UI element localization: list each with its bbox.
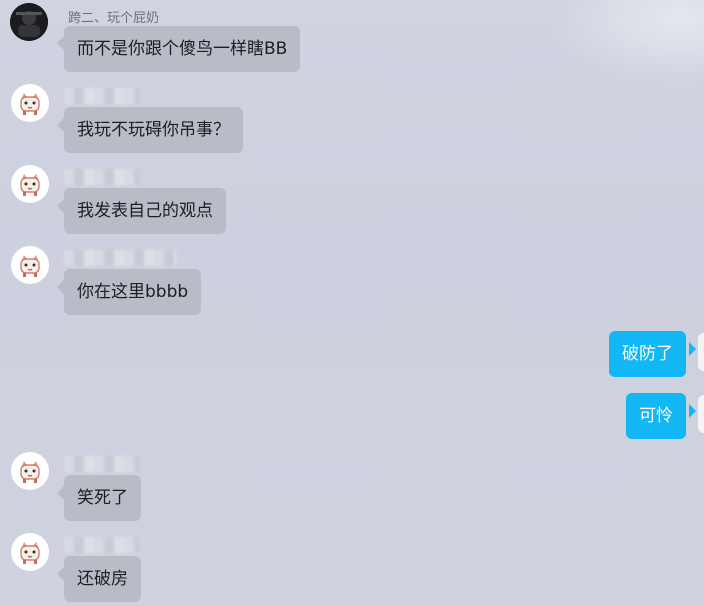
cartoon-cat-icon — [11, 533, 49, 571]
message-bubble[interactable]: 我发表自己的观点 — [64, 188, 226, 234]
sender-name-blurred — [64, 169, 140, 185]
bubble-tail — [57, 486, 64, 500]
sender-name: 跨二、玩个屁奶 — [68, 11, 160, 26]
cartoon-cat-icon — [11, 246, 49, 284]
bubble-tail — [57, 199, 64, 213]
sender-name-blurred — [64, 537, 140, 553]
dark-photo-avatar-icon — [10, 3, 48, 41]
cartoon-cat-icon — [11, 452, 49, 490]
background-glow — [544, 0, 704, 90]
my-message-bubble[interactable]: 破防了 — [609, 331, 686, 377]
sender-avatar[interactable] — [11, 452, 49, 490]
sender-avatar[interactable] — [11, 246, 49, 284]
my-avatar[interactable] — [698, 333, 704, 371]
message-bubble[interactable]: 笑死了 — [64, 475, 141, 521]
sender-name-blurred — [64, 88, 140, 104]
bubble-tail — [689, 404, 696, 418]
sender-avatar[interactable] — [11, 84, 49, 122]
self-avatar-icon — [698, 395, 704, 433]
bubble-tail — [57, 118, 64, 132]
my-message-bubble[interactable]: 可怜 — [626, 393, 686, 439]
message-bubble[interactable]: 而不是你跟个傻鸟一样瞎BB — [64, 26, 301, 72]
sender-name-blurred — [64, 456, 140, 472]
sender-avatar[interactable] — [11, 165, 49, 203]
sender-avatar[interactable] — [10, 3, 48, 41]
sender-name-blurred — [64, 250, 176, 266]
bubble-tail — [57, 567, 64, 581]
sender-avatar[interactable] — [11, 533, 49, 571]
my-avatar[interactable] — [698, 395, 704, 433]
cartoon-cat-icon — [11, 84, 49, 122]
bubble-tail — [57, 280, 64, 294]
bubble-tail — [689, 342, 696, 356]
message-bubble[interactable]: 你在这里bbbb — [64, 269, 202, 315]
cartoon-cat-icon — [11, 165, 49, 203]
self-avatar-icon — [698, 333, 704, 371]
message-bubble[interactable]: 还破房 — [64, 556, 141, 602]
bubble-tail — [57, 36, 64, 50]
message-bubble[interactable]: 我玩不玩碍你吊事？ — [64, 107, 243, 153]
